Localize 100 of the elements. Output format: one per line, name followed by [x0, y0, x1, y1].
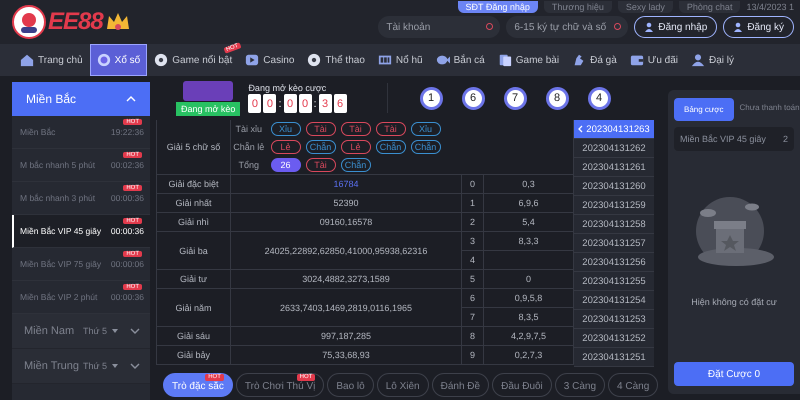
play-icon [245, 53, 260, 67]
period-item[interactable]: 202304131258 [574, 215, 654, 234]
prize-numbers: 09160,16578 [230, 212, 462, 232]
bet-type-tab[interactable]: 3 Càng [554, 372, 606, 396]
region-title: Miền Nam [24, 325, 76, 337]
period-item[interactable]: 202304131260 [574, 177, 654, 196]
nav-tab[interactable]: Thể thao [301, 44, 371, 76]
prize-name: Giải nhì [156, 212, 230, 232]
region-header[interactable]: Miền Trung Thứ 5 [12, 349, 150, 384]
nav-tab[interactable]: Đá gà [566, 44, 623, 76]
clear-icon[interactable] [486, 23, 494, 30]
prize-name: Giải tư [156, 270, 230, 288]
head-digit: 8 [461, 326, 484, 346]
head-digit: 4 [461, 250, 484, 270]
bet-type-tab[interactable]: Bao lô [327, 372, 374, 396]
status-label: Đang mở kèo cược [248, 83, 328, 93]
head-digit: 9 [461, 346, 484, 364]
prize-numbers: 997,187,285 [230, 326, 462, 346]
nav-tab[interactable]: Nổ hũ [372, 44, 429, 76]
day-dropdown[interactable]: Thứ 5 [83, 361, 108, 371]
result-tag: Tài [376, 122, 406, 136]
region-title: Miền Trung [24, 360, 78, 372]
house-icon [20, 53, 34, 67]
countdown-colon: : [278, 98, 282, 110]
password-field[interactable]: 6-15 ký tự chữ và số [506, 16, 628, 38]
wallet-icon [630, 53, 644, 67]
countdown-colon: : [314, 98, 317, 110]
nav-tab[interactable]: Xổ số [90, 44, 148, 76]
top-link[interactable]: Phòng chat [678, 1, 740, 13]
slip-tab[interactable]: Bảng cược [674, 98, 734, 121]
nav-tab[interactable]: Đại lý [685, 44, 740, 76]
result-tag: Xỉu [410, 122, 440, 136]
result-tag: Chẵn [376, 140, 406, 154]
account-field[interactable]: Tài khoản [378, 16, 500, 38]
place-bet-button[interactable]: Đặt Cược 0 [674, 362, 794, 386]
result-tag: Chẵn [340, 158, 370, 172]
period-item[interactable]: 202304131252 [574, 329, 654, 348]
result-ball: 4 [588, 86, 611, 110]
tail-numbers: 5,4 [483, 212, 574, 232]
day-dropdown[interactable]: Thứ 5 [83, 326, 108, 336]
prize-numbers: 24025,22892,62850,41000,95938,62316 [230, 232, 462, 270]
nav-tab[interactable]: Game bài [492, 44, 566, 76]
ball-icon [154, 53, 168, 67]
nav-tab[interactable]: Ưu đãi [624, 44, 684, 76]
result-tag: Lẻ [270, 140, 300, 154]
tail-numbers: 0,2,7,3 [483, 346, 574, 364]
period-item[interactable]: 202304131251 [574, 348, 654, 367]
countdown-digit: 0 [284, 94, 296, 113]
top-link[interactable]: Sexy lady [618, 1, 673, 13]
top-link[interactable]: SĐT Đăng nhập [458, 1, 538, 13]
nav-tab[interactable]: Casino [239, 44, 300, 76]
prize-name: Giải 5 chữ số [156, 120, 230, 174]
result-tag: Tài [340, 122, 370, 136]
register-button[interactable]: Đăng ký [723, 16, 794, 38]
ball-icon [307, 53, 322, 67]
head-digit: 0 [461, 174, 484, 194]
person-icon [691, 53, 706, 67]
region-header[interactable]: Miền Nam Thứ 5 [12, 314, 150, 349]
nav-tab[interactable]: Trang chủ [14, 44, 89, 76]
login-button[interactable]: Đăng nhập [634, 16, 718, 38]
period-item[interactable]: 202304131253 [574, 310, 654, 329]
region-header[interactable]: Miền Bắc [12, 82, 150, 116]
caret-icon[interactable] [112, 364, 118, 368]
chevron-icon [130, 363, 140, 369]
coin-icon [96, 53, 111, 67]
period-item[interactable]: 202304131257 [574, 234, 654, 253]
caret-icon[interactable] [112, 329, 118, 333]
prize-numbers: 2633,7403,1469,2819,0116,1965 [230, 288, 462, 326]
countdown-digit: 6 [334, 94, 347, 113]
result-tag: Chẵn [306, 140, 336, 154]
bet-type-tab[interactable]: Đánh Đề [432, 372, 490, 396]
result-ball: 7 [504, 86, 527, 110]
game-thumbnail [183, 80, 234, 100]
period-item[interactable]: 202304131254 [574, 291, 654, 310]
chevron-icon [126, 96, 136, 102]
period-item[interactable]: 202304131256 [574, 253, 654, 272]
top-link[interactable]: Thương hiệu [544, 1, 612, 13]
chevron-icon [130, 328, 140, 334]
period-item[interactable]: 202304131261 [574, 158, 654, 177]
date-text: 13/4/2023 1 [746, 2, 794, 12]
bet-type-tab[interactable]: 4 Càng [608, 372, 658, 396]
bet-type-tab[interactable]: Lô Xiên [376, 372, 429, 396]
prize-name: Giải bảy [156, 346, 230, 364]
period-item[interactable]: 202304131259 [574, 196, 654, 215]
status-button[interactable]: Đang mở kèo [176, 102, 240, 116]
period-item[interactable]: 202304131255 [574, 272, 654, 291]
game-name: Miền Bắc VIP 45 giây [680, 134, 766, 144]
prize-name: Giải sáu [156, 326, 230, 346]
head-digit: 6 [461, 288, 484, 308]
tail-numbers: 8,3,3 [483, 232, 574, 250]
nav-tab[interactable]: Bắn cá [430, 44, 491, 76]
bet-type-tab[interactable]: Đầu Đuôi [492, 372, 552, 396]
prize-numbers: 75,33,68,93 [230, 346, 462, 364]
result-ball: 6 [462, 86, 485, 110]
result-tag: Tài [306, 122, 336, 136]
clear-icon[interactable] [614, 23, 622, 30]
period-item[interactable]: 202304131263 [574, 120, 654, 139]
chevron-left-icon [578, 125, 584, 133]
period-item[interactable]: 202304131262 [574, 139, 654, 158]
slip-tab[interactable]: Chưa thanh toán [736, 98, 800, 121]
